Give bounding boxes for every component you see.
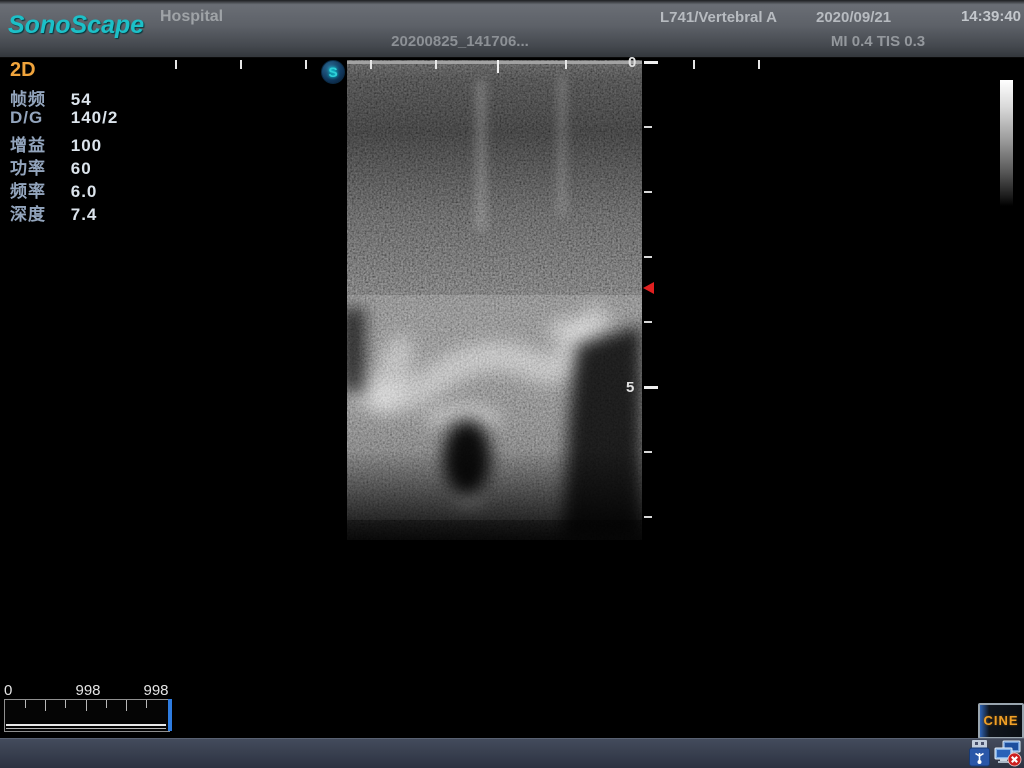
cine-tick — [146, 700, 147, 708]
image-filename: 20200825_141706... — [310, 33, 610, 50]
param-row-dg: D/G 140/2 — [10, 108, 118, 131]
param-row-frequency: 频率 6.0 — [10, 177, 97, 200]
cine-position-indicator[interactable] — [168, 699, 172, 731]
usb-device-icon[interactable] — [969, 740, 990, 767]
grayscale-bar — [1000, 80, 1013, 206]
ruler-tick — [175, 60, 177, 69]
cine-scrollbar[interactable] — [4, 699, 170, 732]
ruler-tick — [305, 60, 307, 69]
param-label: D/G — [10, 108, 64, 128]
param-label: 功率 — [10, 154, 64, 179]
cine-mid-label: 998 — [68, 682, 108, 699]
taskbar — [0, 738, 1024, 768]
param-value: 6.0 — [71, 182, 98, 201]
param-row-gain: 增益 100 — [10, 131, 102, 154]
param-value: 54 — [71, 90, 92, 109]
depth-tick — [644, 321, 652, 323]
param-row-power: 功率 60 — [10, 154, 92, 177]
depth-tick-0 — [644, 61, 658, 64]
mi-tis-readout: MI 0.4 TIS 0.3 — [820, 33, 936, 50]
probe-preset-label: L741/Vertebral A — [660, 9, 777, 26]
ruler-tick — [693, 60, 695, 69]
hospital-name: Hospital — [160, 8, 223, 26]
ruler-tick — [370, 60, 372, 69]
cine-tick — [45, 700, 46, 711]
param-value: 140/2 — [71, 108, 119, 127]
cine-track-line — [6, 724, 166, 726]
mode-label: 2D — [10, 59, 36, 82]
param-row-depth: 深度 7.4 — [10, 200, 97, 223]
ruler-tick — [758, 60, 760, 69]
param-value: 7.4 — [71, 205, 98, 224]
title-bar: SonoScape Hospital L741/Vertebral A 2020… — [0, 0, 1024, 58]
depth-tick — [644, 191, 652, 193]
param-value: 60 — [71, 159, 92, 178]
cine-track-line — [6, 728, 166, 729]
cine-tick — [106, 700, 107, 708]
cine-start-label: 0 — [4, 682, 12, 699]
cine-tick — [25, 700, 26, 708]
ruler-center-tick — [497, 60, 499, 73]
exam-date: 2020/09/21 — [816, 9, 891, 26]
network-disconnected-icon[interactable] — [994, 740, 1022, 767]
cine-button[interactable]: CINE — [978, 703, 1024, 739]
clock: 14:39:40 — [961, 8, 1021, 25]
cine-tick — [86, 700, 87, 711]
depth-tick — [644, 451, 652, 453]
param-label: 深度 — [10, 200, 64, 225]
cine-tick — [126, 700, 127, 711]
depth-tick — [644, 126, 652, 128]
system-tray — [969, 740, 1022, 767]
param-label: 帧频 — [10, 85, 64, 110]
param-value: 100 — [71, 136, 102, 155]
ultrasound-screen: SonoScape Hospital L741/Vertebral A 2020… — [0, 0, 1024, 768]
s-probe-marker-icon: S — [321, 60, 345, 84]
cine-end-label: 998 — [136, 682, 176, 699]
depth-tick-5 — [644, 386, 658, 389]
ruler-tick — [240, 60, 242, 69]
ultrasound-image — [347, 60, 642, 540]
cine-tick — [65, 700, 66, 708]
depth-label-0: 0 — [628, 54, 636, 71]
param-label: 增益 — [10, 131, 64, 156]
depth-label-5: 5 — [626, 379, 634, 396]
ruler-tick — [435, 60, 437, 69]
ruler-tick — [565, 60, 567, 69]
depth-tick — [644, 516, 652, 518]
depth-tick — [644, 256, 652, 258]
sonoscape-logo: SonoScape — [8, 11, 144, 40]
focus-arrow-icon[interactable] — [643, 282, 654, 294]
param-row-framerate: 帧频 54 — [10, 85, 92, 108]
param-label: 频率 — [10, 177, 64, 202]
